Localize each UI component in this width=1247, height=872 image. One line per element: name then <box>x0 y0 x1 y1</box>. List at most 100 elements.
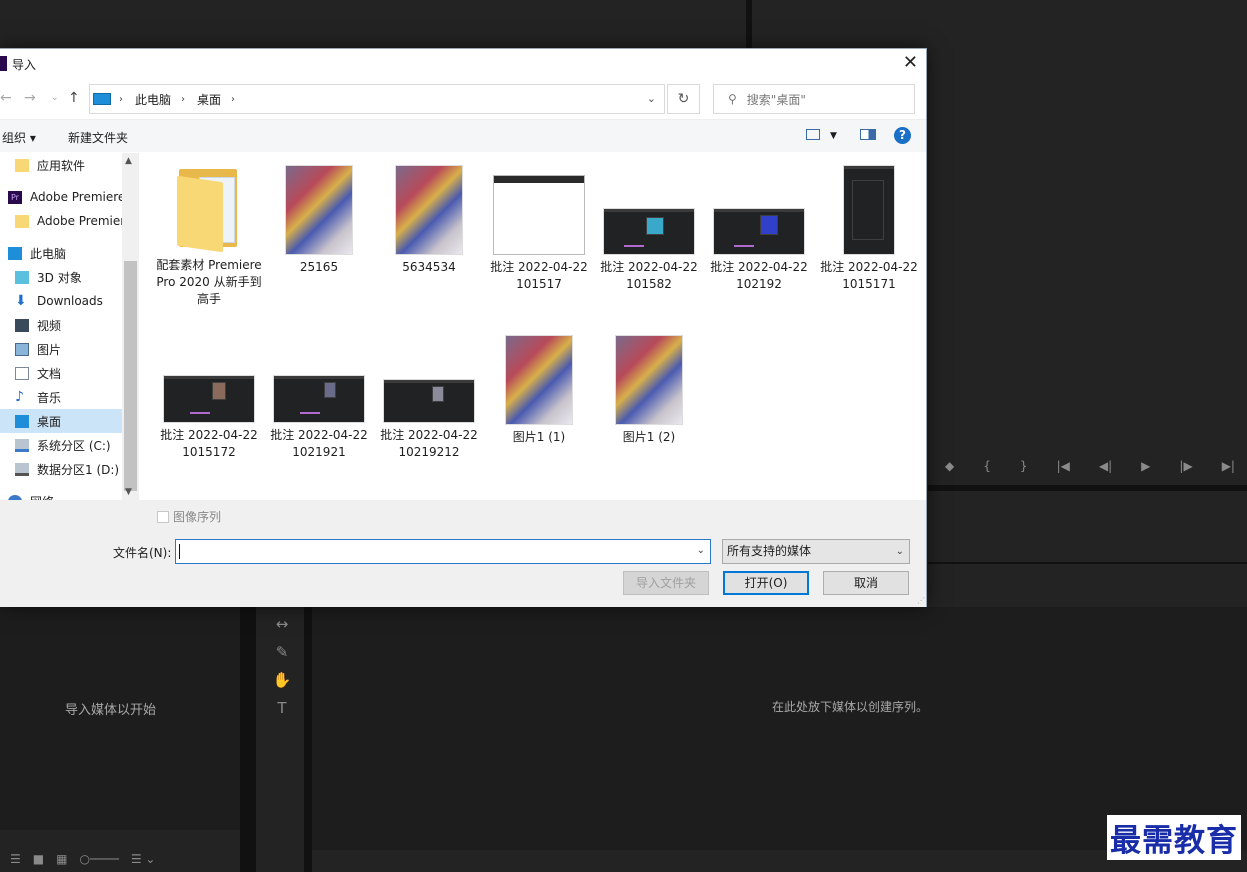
computer-icon <box>8 246 22 260</box>
file-item-folder[interactable]: 配套素材 Premiere Pro 2020 从新手到高手 <box>154 165 264 308</box>
timeline-panel <box>312 607 1247 850</box>
nav-item-label: Adobe Premiere <box>30 190 122 204</box>
file-label: 5634534 <box>402 260 456 274</box>
list-view-icon[interactable]: ☰ <box>10 852 21 866</box>
icon-view-icon[interactable]: ■ <box>33 852 44 866</box>
nav-item-drive-d[interactable]: 数据分区1 (D:) <box>0 457 122 481</box>
file-item[interactable]: 25165 <box>264 165 374 276</box>
panel-divider <box>746 0 752 48</box>
nav-scrollbar[interactable]: ▲ ▼ <box>122 153 138 500</box>
go-to-in-icon[interactable]: |◀ <box>1057 459 1070 473</box>
nav-item-label: 网络 <box>30 493 54 501</box>
document-icon <box>15 366 29 380</box>
dialog-toolbar: 组织 ▾ 新建文件夹 ▼ ? <box>0 119 926 152</box>
type-tool-icon[interactable]: T <box>277 699 286 717</box>
up-arrow-icon[interactable]: ↑ <box>68 90 80 106</box>
file-item[interactable]: 批注 2022-04-22 1015172 <box>154 375 264 461</box>
chevron-right-icon[interactable]: › <box>181 94 185 105</box>
file-label: 批注 2022-04-22 1015171 <box>820 260 918 291</box>
file-item[interactable]: 批注 2022-04-22 101582 <box>594 208 704 293</box>
refresh-button[interactable]: ↻ <box>667 84 700 114</box>
import-dialog: 导入 ✕ ← → ⌄ ↑ › 此电脑 › 桌面 › ⌄ ↻ ⚲ 搜索"桌面" 组… <box>0 48 927 607</box>
zoom-slider-icon[interactable]: ○──── <box>79 852 118 866</box>
marker-icon[interactable]: ◆ <box>945 459 954 473</box>
nav-item-documents[interactable]: 文档 <box>0 361 122 385</box>
drive-icon <box>15 462 29 476</box>
preview-pane-icon[interactable] <box>860 129 876 140</box>
chevron-right-icon[interactable]: › <box>119 94 123 105</box>
recent-locations-icon[interactable]: ⌄ <box>51 93 59 103</box>
chevron-down-icon[interactable]: ▼ <box>830 131 837 141</box>
dialog-body: 应用软件 Pr Adobe Premiere Adobe Premier 此电脑… <box>0 153 926 500</box>
forward-arrow-icon[interactable]: → <box>24 90 36 106</box>
change-view-icon[interactable] <box>806 129 820 140</box>
nav-item-pictures[interactable]: 图片 <box>0 337 122 361</box>
image-sequence-option[interactable]: 图像序列 <box>157 508 221 525</box>
hand-tool-icon[interactable]: ✋ <box>273 671 292 689</box>
nav-item-music[interactable]: ♪ 音乐 <box>0 385 122 409</box>
folder-icon <box>15 158 29 172</box>
nav-item-premiere-1[interactable]: Pr Adobe Premiere <box>0 185 122 209</box>
chevron-down-icon[interactable]: ⌄ <box>647 92 656 105</box>
image-thumbnail <box>615 335 683 425</box>
computer-icon <box>93 93 111 105</box>
search-input[interactable]: ⚲ 搜索"桌面" <box>713 84 915 114</box>
nav-item-3d-objects[interactable]: 3D 对象 <box>0 265 122 289</box>
image-thumbnail <box>505 335 573 425</box>
nav-item-downloads[interactable]: ⬇ Downloads <box>0 289 122 313</box>
nav-item-desktop[interactable]: 桌面 <box>0 409 122 433</box>
filename-input[interactable]: ⌄ <box>175 539 711 564</box>
mark-out-icon[interactable]: } <box>1020 459 1028 473</box>
nav-item-label: 文档 <box>37 366 62 381</box>
play-icon[interactable]: ▶ <box>1141 459 1150 473</box>
image-thumbnail <box>603 208 695 255</box>
image-sequence-checkbox[interactable] <box>157 510 169 523</box>
premiere-app-icon <box>0 56 7 71</box>
mark-in-icon[interactable]: { <box>983 459 991 473</box>
nav-item-apps[interactable]: 应用软件 <box>0 153 122 177</box>
sort-icon[interactable]: ☰ ⌄ <box>131 852 156 866</box>
scroll-thumb[interactable] <box>124 261 137 491</box>
file-item[interactable]: 批注 2022-04-22 10219212 <box>374 379 484 461</box>
scroll-down-icon[interactable]: ▼ <box>125 487 132 497</box>
breadcrumb-desktop[interactable]: 桌面 <box>197 91 221 108</box>
pen-tool-icon[interactable]: ✎ <box>276 643 289 661</box>
file-item[interactable]: 批注 2022-04-22 101517 <box>484 175 594 293</box>
freeform-view-icon[interactable]: ▦ <box>56 852 67 866</box>
file-item[interactable]: 图片1 (2) <box>594 335 704 446</box>
back-arrow-icon[interactable]: ← <box>0 90 12 106</box>
go-to-out-icon[interactable]: ▶| <box>1222 459 1235 473</box>
desktop-icon <box>15 414 29 428</box>
panel-divider <box>304 607 312 872</box>
nav-item-label: 系统分区 (C:) <box>37 438 111 453</box>
resize-grip-icon[interactable]: ⋰ <box>917 596 925 605</box>
filetype-select[interactable]: 所有支持的媒体 ⌄ <box>722 539 910 564</box>
import-folder-button[interactable]: 导入文件夹 <box>623 571 709 595</box>
chevron-right-icon[interactable]: › <box>231 94 235 105</box>
new-folder-button[interactable]: 新建文件夹 <box>68 129 128 146</box>
file-item[interactable]: 批注 2022-04-22 1021921 <box>264 375 374 461</box>
open-button[interactable]: 打开(O) <box>723 571 809 595</box>
close-icon[interactable]: ✕ <box>903 52 918 73</box>
breadcrumb-this-pc[interactable]: 此电脑 <box>135 91 171 108</box>
nav-item-videos[interactable]: 视频 <box>0 313 122 337</box>
scroll-up-icon[interactable]: ▲ <box>125 156 132 166</box>
chevron-down-icon[interactable]: ⌄ <box>697 545 705 556</box>
file-label: 配套素材 Premiere Pro 2020 从新手到高手 <box>156 258 262 306</box>
image-thumbnail <box>843 165 895 255</box>
nav-item-network[interactable]: 网络 <box>0 489 122 500</box>
file-item[interactable]: 5634534 <box>374 165 484 276</box>
step-forward-icon[interactable]: |▶ <box>1179 459 1192 473</box>
nav-item-this-pc[interactable]: 此电脑 <box>0 241 122 265</box>
file-item[interactable]: 批注 2022-04-22 102192 <box>704 208 814 293</box>
help-icon[interactable]: ? <box>894 127 911 144</box>
address-bar[interactable]: › 此电脑 › 桌面 › ⌄ <box>89 84 665 114</box>
organize-button[interactable]: 组织 ▾ <box>2 129 36 146</box>
step-back-icon[interactable]: ◀| <box>1099 459 1112 473</box>
file-item[interactable]: 图片1 (1) <box>484 335 594 446</box>
cancel-button[interactable]: 取消 <box>823 571 909 595</box>
file-item[interactable]: 批注 2022-04-22 1015171 <box>814 165 924 293</box>
slip-tool-icon[interactable]: ↔ <box>276 615 289 633</box>
nav-item-drive-c[interactable]: 系统分区 (C:) <box>0 433 122 457</box>
nav-item-premiere-2[interactable]: Adobe Premier <box>0 209 122 233</box>
